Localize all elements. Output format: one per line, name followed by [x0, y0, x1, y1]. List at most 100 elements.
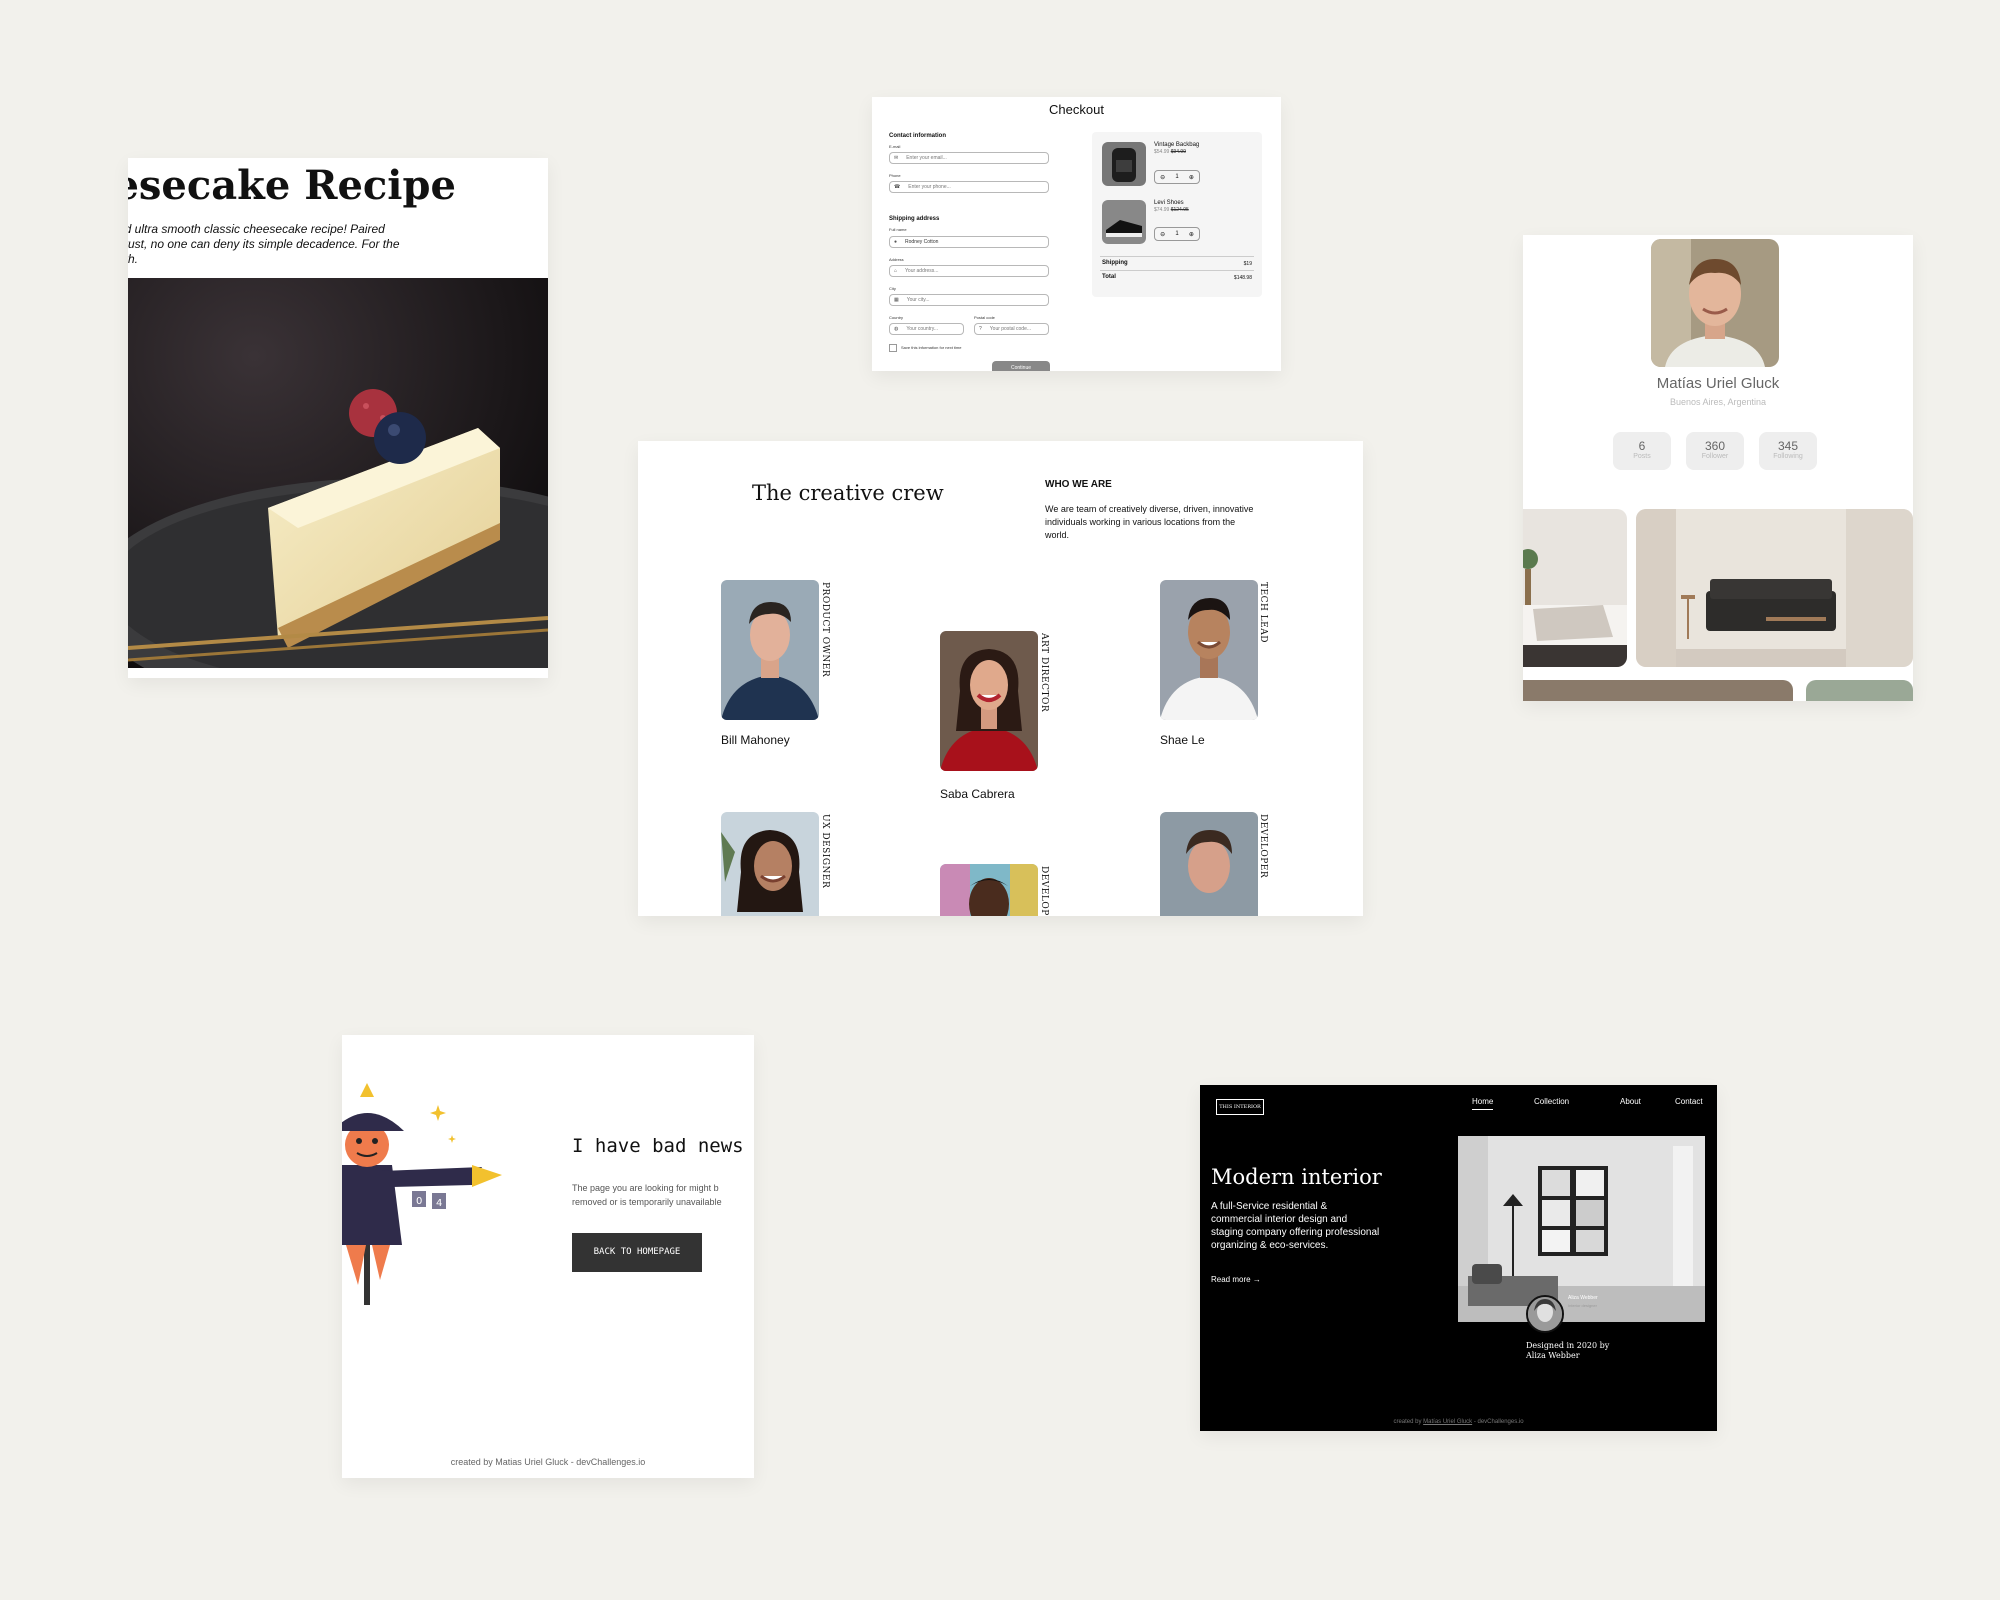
shipping-heading: Shipping address	[889, 216, 940, 222]
gallery-image[interactable]	[1636, 509, 1913, 667]
recipe-description-line: crust, no one can deny its simple decade…	[128, 237, 400, 251]
checkout-card: Checkout Contact information E-mail ✉ Ent…	[872, 97, 1281, 371]
hero-title: Modern interior	[1211, 1165, 1382, 1189]
globe-icon: ◍	[894, 326, 899, 332]
city-field[interactable]: ▦ Your city...	[889, 294, 1049, 306]
minus-icon[interactable]: ⊖	[1160, 231, 1165, 238]
nav-contact[interactable]: Contact	[1675, 1097, 1703, 1106]
gallery-image[interactable]	[1523, 509, 1627, 667]
fullname-label: Full name	[889, 227, 907, 232]
creative-crew-card: The creative crew WHO WE ARE We are team…	[638, 441, 1363, 916]
minus-icon[interactable]: ⊖	[1160, 174, 1165, 181]
country-label: Country	[889, 315, 904, 320]
member-role: DEVELOPER	[1258, 814, 1268, 879]
who-we-are-heading: WHO WE ARE	[1045, 479, 1112, 490]
author-link[interactable]: Matías Uriel Gluck	[1423, 1419, 1472, 1425]
quantity-stepper[interactable]: ⊖ 1 ⊕	[1154, 170, 1200, 184]
stat-label: Following	[1773, 453, 1803, 460]
recipe-title: eesecake Recipe	[128, 162, 456, 209]
fullname-value: Rodney Cotton	[905, 239, 939, 245]
checkout-title: Checkout	[1049, 102, 1104, 117]
stat-followers[interactable]: 360 Follower	[1686, 432, 1744, 470]
profile-location: Buenos Aires, Argentina	[1669, 397, 1767, 407]
stat-value: 345	[1777, 439, 1799, 453]
address-label: Address	[889, 257, 904, 262]
credit-prefix: created by	[1393, 1419, 1422, 1425]
postal-field[interactable]: ? Your postal code...	[974, 323, 1049, 335]
postal-label: Postal code	[974, 315, 995, 320]
home-icon: ⌂	[894, 268, 898, 274]
recipe-description: nd ultra smooth classic cheesecake recip…	[128, 222, 478, 267]
save-checkbox[interactable]	[889, 344, 897, 352]
member-photo	[721, 812, 819, 916]
stat-value: 6	[1638, 439, 1646, 453]
item-price: $74.99 $124.95	[1154, 207, 1189, 213]
plus-icon[interactable]: ⊕	[1189, 174, 1194, 181]
postal-placeholder: Your postal code...	[989, 326, 1032, 332]
shoes-image	[1102, 200, 1146, 244]
hero-text: A full-Service residential & commercial …	[1211, 1201, 1380, 1251]
error-message-line: removed or is temporarily unavailable	[572, 1197, 722, 1207]
member-role: ART DIRECTOR	[1039, 633, 1049, 713]
designer-name: Aliza Webber	[1568, 1295, 1598, 1301]
fullname-field[interactable]: ● Rodney Cotton	[889, 236, 1049, 248]
interior-card: THIS INTERIOR Home Collection About Cont…	[1200, 1085, 1717, 1431]
back-to-homepage-button[interactable]: BACK TO HOMEPAGE	[572, 1233, 702, 1272]
member-role: DEVELOPER	[1039, 866, 1049, 916]
member-photo	[940, 864, 1038, 916]
shipping-value: $19	[1243, 261, 1252, 267]
footer-credit: created by Matias Uriel Gluck - devChall…	[450, 1457, 646, 1467]
scarecrow-illustration: 0 4	[342, 1083, 502, 1305]
profile-name: Matías Uriel Gluck	[1656, 375, 1780, 392]
member-name: Bill Mahoney	[721, 733, 790, 747]
gallery-image[interactable]	[1806, 680, 1913, 701]
country-select[interactable]: ◍ Your country...	[889, 323, 964, 335]
stat-following[interactable]: 345 Following	[1759, 432, 1817, 470]
nav-collection[interactable]: Collection	[1534, 1097, 1569, 1106]
continue-button[interactable]: Continue	[992, 361, 1050, 371]
save-label: Save this information for next time	[901, 345, 962, 350]
member-role: PRODUCT OWNER	[820, 582, 830, 678]
item-price-current: $74.99	[1154, 207, 1170, 213]
total-value: $148.98	[1233, 275, 1252, 281]
error-message: The page you are looking for might b rem…	[572, 1181, 754, 1209]
stat-posts[interactable]: 6 Posts	[1613, 432, 1671, 470]
plus-icon[interactable]: ⊕	[1189, 231, 1194, 238]
recipe-description-line: nd ultra smooth classic cheesecake recip…	[128, 222, 385, 236]
read-more-label: Read more	[1211, 1275, 1251, 1284]
error-message-line: The page you are looking for might b	[572, 1183, 719, 1193]
error-headline: I have bad news f	[572, 1135, 754, 1157]
phone-label: Phone	[889, 173, 901, 178]
read-more-link[interactable]: Read more →	[1211, 1275, 1261, 1284]
stat-value: 360	[1704, 439, 1726, 453]
member-name: Shae Le	[1160, 733, 1205, 747]
item-qty: 1	[1175, 174, 1179, 180]
crew-title: The creative crew	[752, 481, 944, 505]
address-field[interactable]: ⌂ Your address...	[889, 265, 1049, 277]
designed-by: Designed in 2020 by Aliza Webber	[1526, 1341, 1610, 1360]
credit-suffix: - devChallenges.io	[1473, 1419, 1524, 1425]
item-name: Vintage Backbag	[1154, 142, 1200, 148]
order-summary: Vintage Backbag $54.99 $94.99 ⊖ 1 ⊕ Levi S…	[1092, 132, 1262, 297]
gallery-image[interactable]	[1523, 680, 1793, 701]
member-photo	[721, 580, 819, 720]
cheesecake-recipe-card: eesecake Recipe nd ultra smooth classic …	[128, 158, 548, 678]
address-placeholder: Your address...	[905, 268, 939, 274]
user-icon: ●	[894, 239, 898, 245]
stat-label: Follower	[1701, 453, 1729, 460]
email-field[interactable]: ✉ Enter your email...	[889, 152, 1049, 164]
item-price-old: $94.99	[1170, 149, 1186, 155]
brand-logo[interactable]: THIS INTERIOR	[1216, 1099, 1264, 1115]
quantity-stepper[interactable]: ⊖ 1 ⊕	[1154, 227, 1200, 241]
svg-text:4: 4	[436, 1198, 442, 1209]
nav-home[interactable]: Home	[1472, 1097, 1494, 1110]
city-icon: ▦	[894, 297, 899, 303]
mail-icon: ✉	[894, 155, 899, 161]
nav-about[interactable]: About	[1620, 1097, 1641, 1106]
item-price-old: $124.95	[1170, 207, 1189, 213]
item-name: Levi Shoes	[1154, 200, 1184, 206]
stat-label: Posts	[1633, 453, 1651, 460]
phone-field[interactable]: ☎ Enter your phone...	[889, 181, 1049, 193]
contact-heading: Contact information	[889, 133, 946, 139]
avatar	[1651, 239, 1779, 367]
